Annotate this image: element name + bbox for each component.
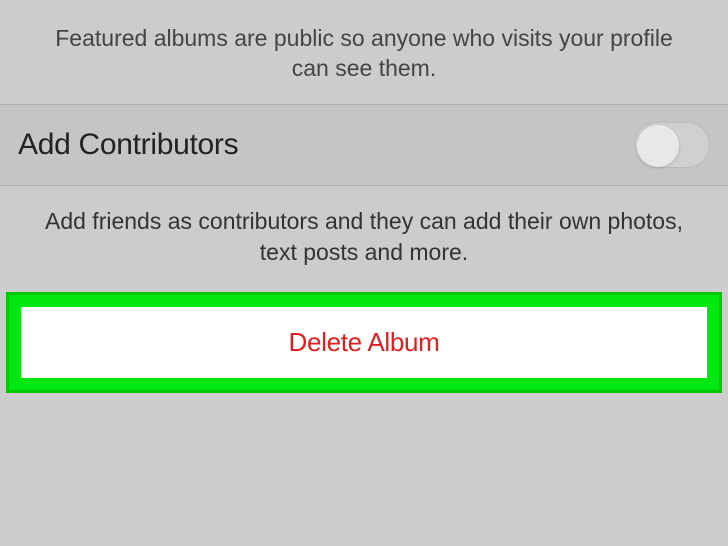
add-contributors-toggle[interactable] [634,122,710,168]
featured-albums-description: Featured albums are public so anyone who… [0,0,728,104]
toggle-knob [637,125,679,167]
delete-album-button[interactable]: Delete Album [21,307,707,378]
delete-highlight-border: Delete Album [6,292,722,393]
add-contributors-label: Add Contributors [18,128,238,162]
contributors-description: Add friends as contributors and they can… [0,186,728,288]
add-contributors-row: Add Contributors [0,104,728,186]
